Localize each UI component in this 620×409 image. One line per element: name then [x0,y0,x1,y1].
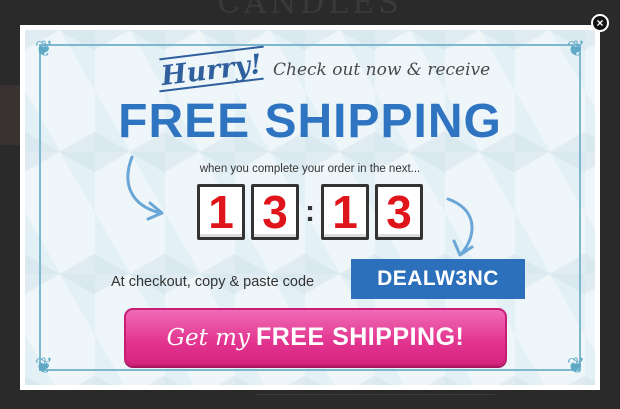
flourish-icon: ❦ [34,353,54,378]
store-title: CANDLES [217,0,403,21]
modal-body: ❦ ❦ ❦ ❦ Hurry! Check out now & receive F… [25,30,595,385]
background-divider [255,394,495,409]
close-icon[interactable]: × [591,14,609,32]
flourish-icon: ❦ [566,36,586,61]
cta-main-text: FREE SHIPPING! [255,323,465,351]
timer-digit: 3 [251,184,299,240]
headline: FREE SHIPPING [118,95,502,148]
timer-digit: 1 [321,184,369,240]
curved-arrow-icon [446,197,474,257]
countdown-timer: 1 3 : 1 3 [197,184,429,240]
timer-separator: : [305,195,315,228]
flourish-icon: ❦ [566,353,586,378]
get-free-shipping-button[interactable]: Get my FREE SHIPPING! [124,308,507,366]
tagline: Check out now & receive [273,60,491,80]
flourish-icon: ❦ [34,36,54,61]
coupon-code[interactable]: DEALW3NC [351,259,525,299]
timer-digit: 3 [375,184,423,240]
timer-digit: 1 [197,184,245,240]
code-label: At checkout, copy & paste code [111,274,315,290]
cta-script-text: Get my [166,325,250,351]
free-shipping-modal: ❦ ❦ ❦ ❦ Hurry! Check out now & receive F… [20,25,600,390]
background-strip [0,85,22,145]
countdown-caption: when you complete your order in the next… [199,163,421,175]
